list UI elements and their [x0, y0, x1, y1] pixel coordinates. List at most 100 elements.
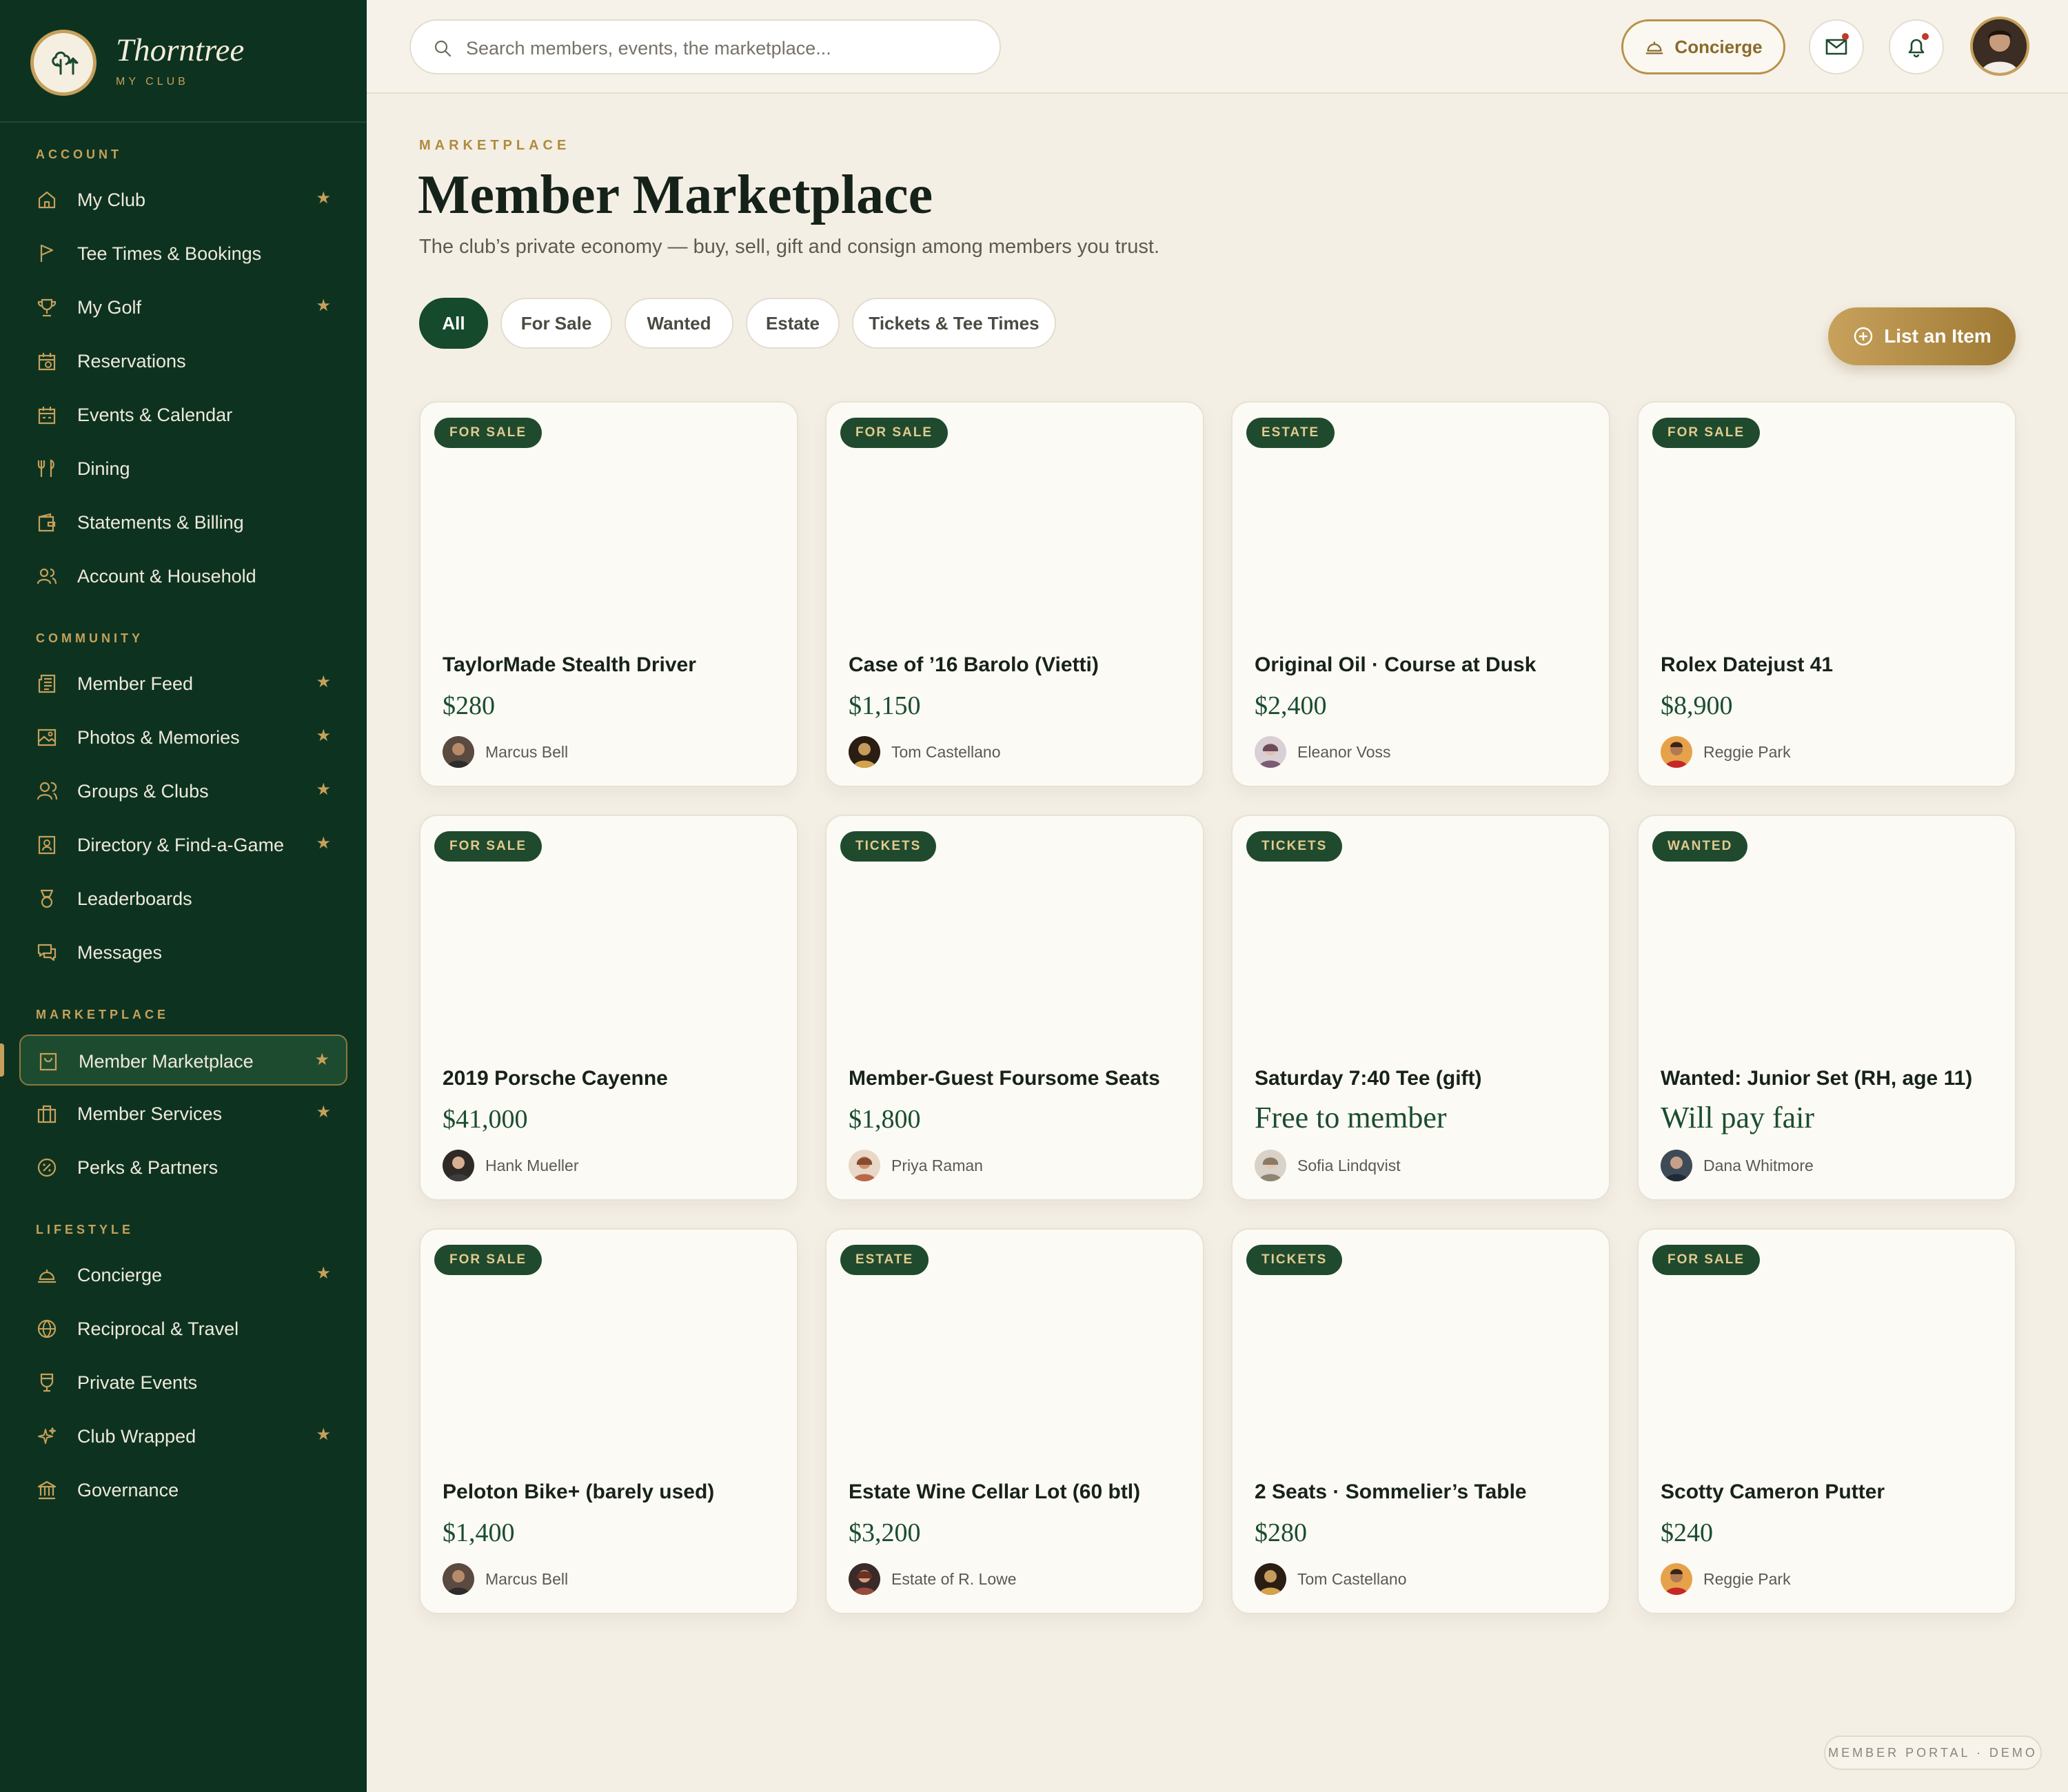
sidebar-item-label: Dining	[77, 458, 130, 479]
club-logo-icon[interactable]	[30, 30, 97, 96]
messages-button[interactable]	[1809, 19, 1864, 74]
listing-title: Saturday 7:40 Tee (gift)	[1255, 1067, 1482, 1090]
sidebar-item-events[interactable]: Events & Calendar	[19, 389, 347, 440]
sidebar-item-label: Tee Times & Bookings	[77, 243, 262, 264]
listing-title: Peloton Bike+ (barely used)	[443, 1480, 715, 1503]
sidebar-item-member-marketplace[interactable]: Member Marketplace ★	[19, 1035, 347, 1086]
star-icon: ★	[316, 1264, 331, 1283]
listing-price: $8,900	[1661, 691, 1733, 720]
sidebar-item-label: My Golf	[77, 297, 142, 318]
sidebar-item-my-club[interactable]: My Club ★	[19, 174, 347, 225]
filter-chip-for-sale[interactable]: For Sale	[500, 298, 612, 349]
shopping-bag-icon	[39, 1052, 57, 1071]
filter-chip-wanted[interactable]: Wanted	[625, 298, 733, 349]
sidebar-item-label: Reservations	[77, 351, 186, 371]
list-item-button[interactable]: List an Item	[1828, 307, 2016, 365]
filter-chip-tickets[interactable]: Tickets & Tee Times	[852, 298, 1056, 349]
topbar: Concierge	[367, 0, 2068, 94]
filter-chip-all[interactable]: All	[419, 298, 488, 349]
section-label-lifestyle: LIFESTYLE	[36, 1223, 134, 1236]
concierge-button[interactable]: Concierge	[1621, 19, 1785, 74]
sidebar-item-label: Private Events	[77, 1372, 198, 1393]
unread-dot	[1842, 33, 1849, 40]
sidebar-item-account[interactable]: Account & Household	[19, 551, 347, 602]
flag-icon	[40, 244, 54, 262]
listing-card[interactable]: FOR SALE Rolex Datejust 41 $8,900 Reggie…	[1637, 401, 2016, 787]
section-label-account: ACCOUNT	[36, 147, 122, 161]
sidebar-item-member-services[interactable]: Member Services ★	[19, 1088, 347, 1139]
star-icon: ★	[316, 1425, 331, 1444]
sidebar-item-leaderboards[interactable]: Leaderboards	[19, 873, 347, 924]
listing-title: Wanted: Junior Set (RH, age 11)	[1661, 1067, 1973, 1090]
sidebar-item-perks[interactable]: Perks & Partners	[19, 1142, 347, 1193]
star-icon: ★	[316, 834, 331, 853]
star-icon: ★	[316, 726, 331, 745]
listing-card[interactable]: TICKETS Member-Guest Foursome Seats $1,8…	[825, 815, 1204, 1201]
star-icon: ★	[316, 780, 331, 799]
seller-name: Priya Raman	[891, 1157, 983, 1174]
service-bell-icon	[1646, 41, 1663, 54]
listing-card[interactable]: FOR SALE Peloton Bike+ (barely used) $1,…	[419, 1228, 798, 1614]
listing-title: Member-Guest Foursome Seats	[849, 1067, 1160, 1090]
listing-price: $280	[443, 691, 495, 720]
sidebar-item-club-wrapped[interactable]: Club Wrapped ★	[19, 1411, 347, 1462]
listing-card[interactable]: ESTATE Estate Wine Cellar Lot (60 btl) $…	[825, 1228, 1204, 1614]
page-subtitle: The club’s private economy — buy, sell, …	[419, 236, 1160, 258]
listing-card[interactable]: FOR SALE 2019 Porsche Cayenne $41,000 Ha…	[419, 815, 798, 1201]
active-indicator	[0, 1043, 4, 1077]
building-icon	[37, 1105, 57, 1123]
page-eyebrow: MARKETPLACE	[419, 138, 571, 153]
concierge-label: Concierge	[1674, 36, 1763, 57]
brand-subtitle: MY CLUB	[116, 76, 189, 88]
seller-name: Marcus Bell	[485, 743, 569, 761]
list-item-label: List an Item	[1884, 325, 1991, 347]
search-bar[interactable]	[409, 19, 1001, 74]
listing-card[interactable]: WANTED Wanted: Junior Set (RH, age 11) W…	[1637, 815, 2016, 1201]
sidebar-item-messages[interactable]: Messages	[19, 927, 347, 978]
sidebar-item-private-events[interactable]: Private Events	[19, 1357, 347, 1408]
listing-badge: ESTATE	[1246, 418, 1335, 448]
listing-card[interactable]: FOR SALE Case of ’16 Barolo (Vietti) $1,…	[825, 401, 1204, 787]
seller-avatar	[443, 736, 474, 768]
listing-badge: FOR SALE	[434, 418, 543, 448]
sidebar-item-governance[interactable]: Governance	[19, 1465, 347, 1516]
search-input[interactable]	[466, 33, 976, 63]
listing-card[interactable]: FOR SALE Scotty Cameron Putter $240 Regg…	[1637, 1228, 2016, 1614]
listing-price: $280	[1255, 1518, 1307, 1547]
seller-name: Marcus Bell	[485, 1570, 569, 1588]
star-icon: ★	[316, 296, 331, 315]
filter-chip-estate[interactable]: Estate	[746, 298, 840, 349]
listing-card[interactable]: TICKETS 2 Seats · Sommelier’s Table $280…	[1231, 1228, 1610, 1614]
listing-card[interactable]: TICKETS Saturday 7:40 Tee (gift) Free to…	[1231, 815, 1610, 1201]
sidebar-item-directory[interactable]: Directory & Find-a-Game ★	[19, 819, 347, 870]
listing-title: Original Oil · Course at Dusk	[1255, 653, 1537, 676]
seller-name: Reggie Park	[1703, 1570, 1791, 1588]
plus-circle-icon	[1854, 327, 1873, 346]
sidebar-item-statements[interactable]: Statements & Billing	[19, 497, 347, 548]
listing-title: Case of ’16 Barolo (Vietti)	[849, 653, 1099, 676]
listing-badge: FOR SALE	[840, 418, 949, 448]
notifications-button[interactable]	[1889, 19, 1944, 74]
glass-icon	[40, 1373, 54, 1392]
sidebar-item-reciprocal[interactable]: Reciprocal & Travel	[19, 1303, 347, 1354]
listing-title: TaylorMade Stealth Driver	[443, 653, 696, 676]
listing-badge: FOR SALE	[434, 1245, 543, 1275]
trophy-icon	[37, 298, 57, 317]
sidebar-item-label: Statements & Billing	[77, 512, 244, 533]
sidebar-item-my-golf[interactable]: My Golf ★	[19, 282, 347, 333]
listing-card[interactable]: ESTATE Original Oil · Course at Dusk $2,…	[1231, 401, 1610, 787]
sidebar-item-concierge[interactable]: Concierge ★	[19, 1250, 347, 1301]
sidebar-item-groups[interactable]: Groups & Clubs ★	[19, 766, 347, 817]
sidebar-item-label: Governance	[77, 1480, 179, 1500]
sidebar-item-tee-times[interactable]: Tee Times & Bookings	[19, 228, 347, 279]
sidebar-item-reservations[interactable]: Reservations	[19, 336, 347, 387]
listing-badge: TICKETS	[1246, 1245, 1343, 1275]
sidebar-item-member-feed[interactable]: Member Feed ★	[19, 658, 347, 709]
seller-name: Dana Whitmore	[1703, 1157, 1814, 1174]
sidebar-item-photos[interactable]: Photos & Memories ★	[19, 712, 347, 763]
listing-price: $41,000	[443, 1105, 528, 1134]
user-avatar[interactable]	[1970, 17, 2029, 76]
sidebar-item-dining[interactable]: Dining	[19, 443, 347, 494]
users-icon	[37, 568, 57, 584]
listing-card[interactable]: FOR SALE TaylorMade Stealth Driver $280 …	[419, 401, 798, 787]
